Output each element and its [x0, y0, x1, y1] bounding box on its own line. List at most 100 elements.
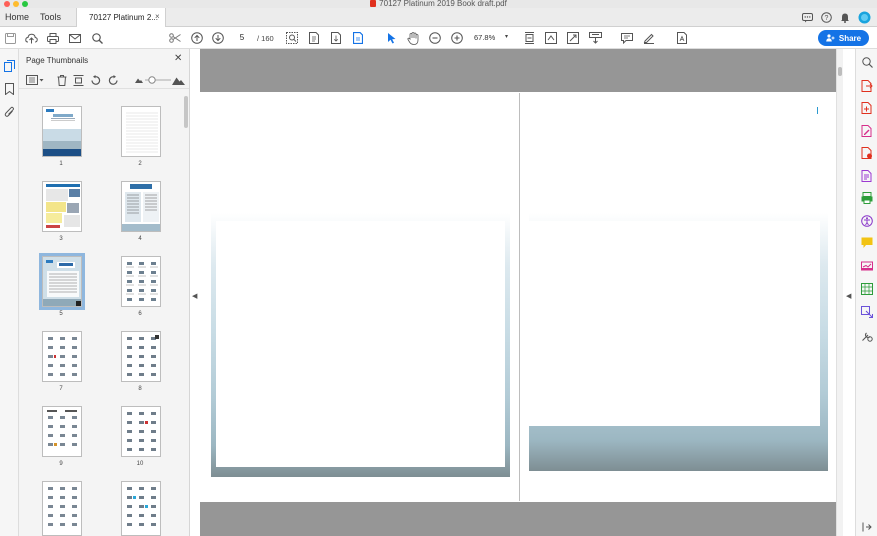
fit-width-icon[interactable]	[522, 31, 536, 45]
page-thumbnails-panel: Page Thumbnails ✕ 1 2 3 4 5 6 7 8 9 10	[19, 49, 190, 536]
document-scrollbar[interactable]	[836, 49, 843, 536]
share-button-label: Share	[838, 33, 862, 43]
thumbnail-label: 5	[59, 311, 63, 317]
thumbnail-label: 2	[138, 161, 142, 167]
thumbnail-page-2[interactable]	[121, 106, 161, 157]
combine-files-icon[interactable]	[861, 147, 873, 159]
email-icon[interactable]	[68, 31, 82, 45]
pdf-page-right	[521, 93, 836, 501]
zoom-in-icon[interactable]	[450, 31, 464, 45]
edit-pdf-icon[interactable]	[861, 125, 873, 137]
scan-ocr-icon[interactable]	[861, 192, 873, 204]
right-tools-rail	[855, 49, 877, 536]
rotate-clockwise-icon[interactable]	[107, 74, 119, 86]
accessibility-icon[interactable]	[861, 215, 873, 227]
thumbnail-label: 6	[138, 311, 142, 317]
thumbnail-page-11[interactable]	[42, 481, 82, 536]
help-icon[interactable]: ?	[821, 12, 832, 23]
page-thumbnails-icon[interactable]	[3, 59, 16, 72]
tab-home[interactable]: Home	[5, 12, 29, 22]
upload-cloud-icon[interactable]	[24, 31, 38, 45]
full-screen-icon[interactable]	[566, 31, 580, 45]
collapse-right-panel-chevron-icon[interactable]: ◀	[846, 292, 851, 300]
search-icon[interactable]	[90, 31, 104, 45]
zoom-search-icon[interactable]	[861, 56, 873, 68]
thumbnail-scrollbar[interactable]	[184, 96, 188, 128]
thumbnail-size-large-icon[interactable]	[172, 74, 185, 86]
thumbnail-label: 4	[138, 236, 142, 242]
thumbnail-page-7[interactable]	[42, 331, 82, 382]
document-scrollbar-thumb[interactable]	[838, 67, 842, 76]
thumbnail-label: 9	[59, 461, 63, 467]
thumbnail-page-3[interactable]	[42, 181, 82, 232]
organize-pages-icon[interactable]	[861, 170, 873, 182]
thumbnail-page-4[interactable]	[121, 181, 161, 232]
tab-bar: Home Tools 70127 Platinum 2... × ?	[0, 8, 877, 27]
thumbnail-page-10[interactable]	[121, 406, 161, 457]
zoom-level-field[interactable]: 67.8%	[474, 33, 495, 42]
thumbnail-page-8[interactable]	[121, 331, 161, 382]
rotate-view-icon[interactable]	[544, 31, 558, 45]
tab-document[interactable]: 70127 Platinum 2... ×	[76, 8, 166, 27]
tab-tools[interactable]: Tools	[40, 12, 61, 22]
hand-tool-icon[interactable]	[406, 31, 420, 45]
tabbar-right-icons: ?	[802, 11, 871, 24]
page-total-label: / 160	[257, 34, 274, 43]
insert-page-icon[interactable]	[72, 74, 84, 86]
thumbnail-label: 7	[59, 386, 63, 392]
page-content-panel	[216, 221, 505, 467]
thumbnail-page-5-selected[interactable]	[39, 253, 85, 310]
thumbnail-page-12[interactable]	[121, 481, 161, 536]
window-title-container: 70127 Platinum 2019 Book draft.pdf	[0, 0, 877, 8]
comment-icon[interactable]	[861, 237, 873, 249]
fill-sign-icon[interactable]	[861, 306, 873, 318]
attachments-paperclip-icon[interactable]	[3, 105, 16, 118]
user-avatar-icon[interactable]	[858, 11, 871, 24]
add-comment-icon[interactable]	[620, 31, 634, 45]
scissors-icon[interactable]	[168, 31, 182, 45]
protect-icon[interactable]	[861, 283, 873, 295]
save-icon[interactable]	[3, 31, 17, 45]
thumbnail-label: 1	[59, 161, 63, 167]
read-mode-icon[interactable]	[588, 31, 602, 45]
send-for-signature-icon[interactable]	[861, 260, 873, 272]
fit-page-icon[interactable]	[307, 31, 321, 45]
notifications-bell-icon[interactable]	[840, 12, 850, 23]
document-properties-icon[interactable]	[675, 31, 689, 45]
current-page-input[interactable]: 5	[232, 32, 252, 44]
rotate-counterclockwise-icon[interactable]	[89, 74, 101, 86]
scrolling-mode-icon[interactable]	[329, 31, 343, 45]
thumbnail-size-slider[interactable]	[145, 74, 171, 86]
thumbnail-size-small-icon[interactable]	[135, 74, 143, 86]
zoom-marquee-icon[interactable]	[285, 31, 299, 45]
close-panel-icon[interactable]: ✕	[174, 53, 182, 64]
select-cursor-icon[interactable]	[384, 31, 398, 45]
export-pdf-icon[interactable]	[861, 80, 873, 92]
panel-title: Page Thumbnails	[26, 56, 89, 65]
close-tab-icon[interactable]: ×	[155, 12, 160, 21]
collapse-tools-rail-icon[interactable]	[862, 522, 872, 532]
thumbnail-page-9[interactable]	[42, 406, 82, 457]
zoom-out-icon[interactable]	[428, 31, 442, 45]
left-navigation-rail	[0, 49, 19, 536]
highlight-pen-icon[interactable]	[642, 31, 656, 45]
zoom-dropdown-chevron-icon[interactable]: ▾	[505, 33, 508, 40]
next-page-icon[interactable]	[211, 31, 225, 45]
document-view[interactable]	[200, 49, 843, 536]
thumbnail-page-6[interactable]	[121, 256, 161, 307]
more-tools-icon[interactable]	[861, 330, 873, 342]
thumbnail-options-menu-icon[interactable]	[26, 74, 44, 86]
share-button[interactable]: Share	[818, 30, 869, 46]
page-content-panel	[529, 221, 820, 426]
bookmarks-icon[interactable]	[3, 82, 16, 95]
collapse-left-panel-chevron-icon[interactable]: ◀	[192, 292, 197, 300]
delete-page-trash-icon[interactable]	[56, 74, 68, 86]
page-edge-mark	[817, 107, 818, 114]
messages-icon[interactable]	[802, 12, 813, 23]
thumbnail-label: 10	[136, 461, 144, 467]
print-icon[interactable]	[46, 31, 60, 45]
thumbnail-page-1[interactable]	[42, 106, 82, 157]
previous-page-icon[interactable]	[190, 31, 204, 45]
create-pdf-icon[interactable]	[861, 102, 873, 114]
page-display-icon[interactable]	[351, 31, 365, 45]
